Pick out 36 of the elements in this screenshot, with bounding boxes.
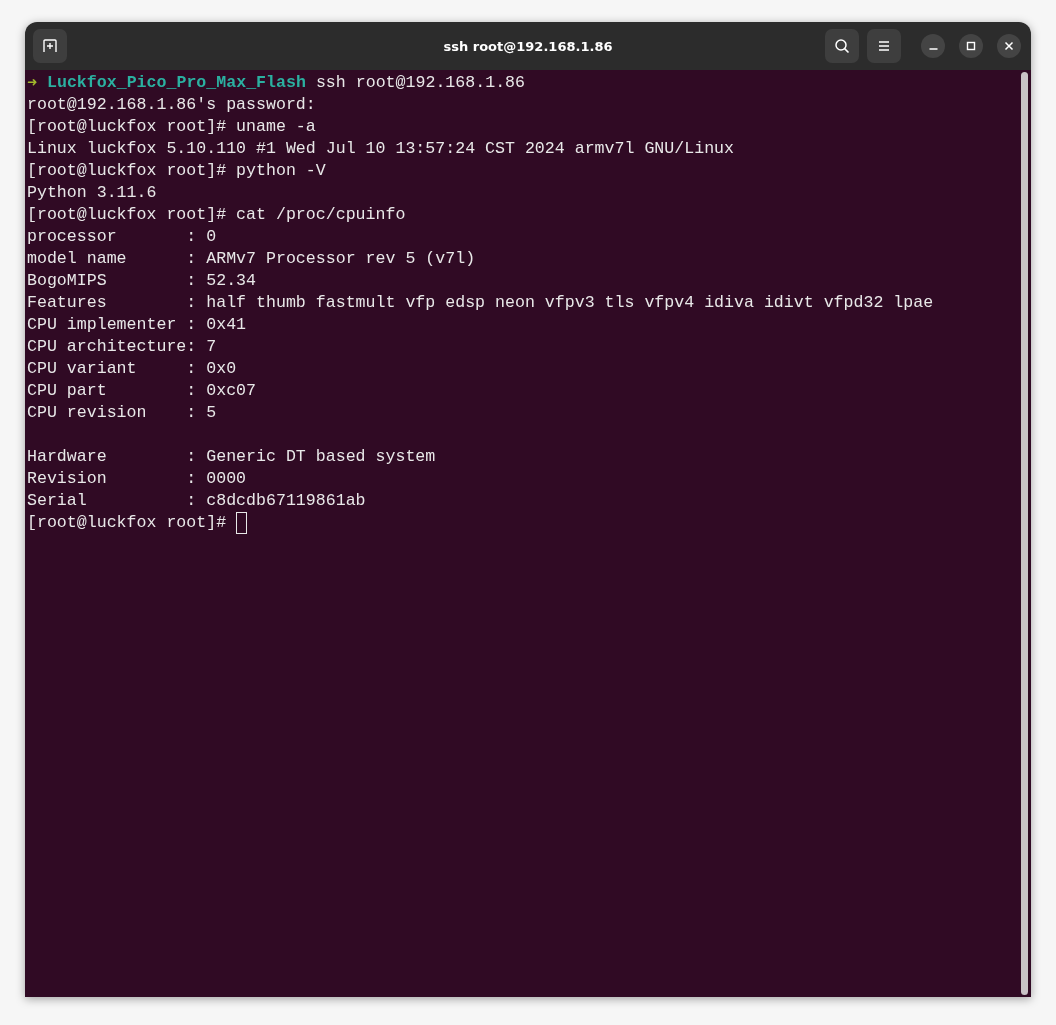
window-title: ssh root@192.168.1.86 <box>443 38 613 54</box>
menu-button[interactable] <box>867 29 901 63</box>
terminal-line: Serial : c8dcdb67119861ab <box>27 490 366 512</box>
terminal-line: [root@luckfox root]# uname -a <box>27 116 316 138</box>
maximize-button[interactable] <box>959 34 983 58</box>
scrollbar[interactable] <box>1021 72 1028 995</box>
search-button[interactable] <box>825 29 859 63</box>
terminal-command: ssh root@192.168.1.86 <box>315 72 526 94</box>
close-button[interactable] <box>997 34 1021 58</box>
terminal-line: [root@luckfox root]# cat /proc/cpuinfo <box>27 204 406 226</box>
terminal-line: CPU implementer : 0x41 <box>27 314 247 336</box>
terminal-line: [root@luckfox root]# python -V <box>27 160 326 182</box>
terminal-line: CPU revision : 5 <box>27 402 217 424</box>
terminal-line: Features : half thumb fastmult vfp edsp neon vfpv3 tls vfpv4 idiva idivt vfpd32 lpae <box>27 292 934 314</box>
terminal-line: root@192.168.1.86's password: <box>27 94 316 116</box>
search-icon <box>834 38 850 54</box>
terminal-line: BogoMIPS : 52.34 <box>27 270 257 292</box>
terminal-line: processor : 0 <box>27 226 217 248</box>
terminal-line: [root@luckfox root]# <box>27 512 227 534</box>
terminal-line: Hardware : Generic DT based system <box>27 446 436 468</box>
minimize-icon <box>928 48 938 50</box>
terminal-line: CPU architecture: 7 <box>27 336 217 358</box>
terminal-line: model name : ARMv7 Processor rev 5 (v7l) <box>27 248 476 270</box>
terminal-line: Revision : 0000 <box>27 468 247 490</box>
close-icon <box>1004 41 1014 51</box>
new-tab-icon <box>42 38 58 54</box>
new-tab-button[interactable] <box>33 29 67 63</box>
minimize-button[interactable] <box>921 34 945 58</box>
terminal-line: Python 3.11.6 <box>27 182 157 204</box>
terminal-line: CPU variant : 0x0 <box>27 358 237 380</box>
terminal-line: CPU part : 0xc07 <box>27 380 257 402</box>
maximize-icon <box>966 41 976 51</box>
prompt-directory: Luckfox_Pico_Pro_Max_Flash <box>47 72 306 94</box>
menu-icon <box>877 40 891 52</box>
terminal-line: Linux luckfox 5.10.110 #1 Wed Jul 10 13:57:24 CST 2024 armv7l GNU/Linux <box>27 138 734 160</box>
prompt-arrow: ➜ <box>27 72 37 94</box>
